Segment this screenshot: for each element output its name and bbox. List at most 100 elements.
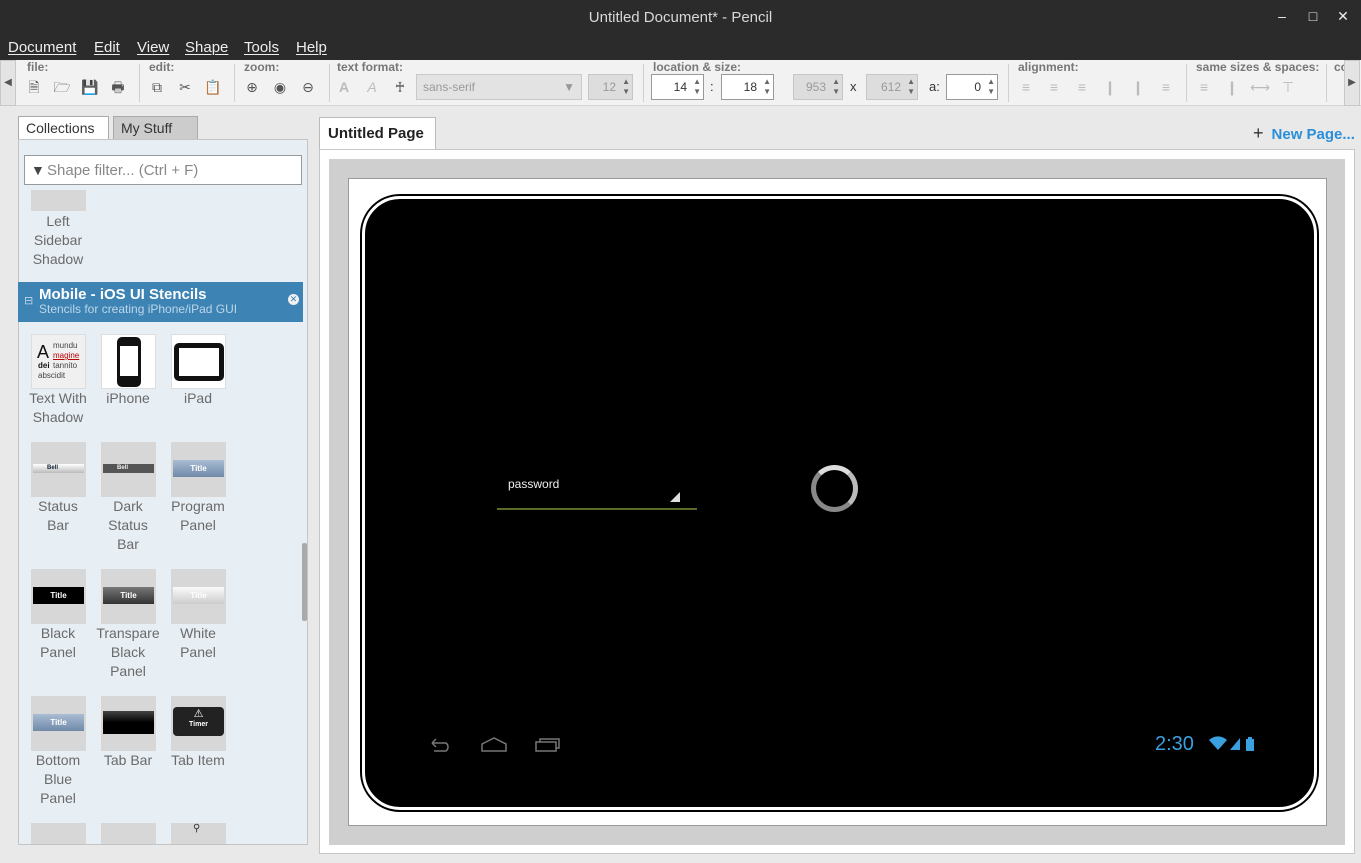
font-size-stepper[interactable]: 12 ▲ ▼ — [588, 74, 633, 100]
shape-thumb-black-panel[interactable]: Title — [31, 569, 86, 624]
shape-label-left-sidebar-shadow[interactable]: Left Sidebar Shadow — [23, 212, 93, 269]
width-stepper[interactable]: 953 ▲ ▼ — [793, 74, 843, 100]
remove-category-icon[interactable]: ✕ — [288, 294, 299, 305]
dark-status-bar-preview: Bell — [103, 464, 154, 473]
shape-thumb-ipad[interactable] — [171, 334, 226, 389]
shape-label-line: Sidebar — [33, 232, 83, 248]
align-center-icon[interactable]: ≡ — [1044, 77, 1064, 97]
password-underline — [497, 508, 697, 510]
save-icon[interactable]: 💾 — [80, 77, 100, 97]
shape-label-tab-item[interactable]: Tab Item — [163, 751, 233, 770]
same-height-icon[interactable]: ❙ — [1222, 77, 1242, 97]
menu-tools[interactable]: Tools — [244, 39, 279, 56]
shape-label-text-with-shadow[interactable]: Text With Shadow — [23, 389, 93, 427]
menu-help[interactable]: Help — [296, 39, 327, 56]
zoom-out-icon[interactable]: ⊖ — [298, 77, 318, 97]
toolbar-separator — [329, 64, 330, 102]
filter-icon: ▼ — [31, 162, 45, 178]
open-folder-icon[interactable]: 🗁 — [52, 77, 72, 97]
category-header[interactable]: ⊟ Mobile - iOS UI Stencils Stencils for … — [18, 282, 303, 322]
maximize-icon[interactable]: □ — [1303, 8, 1323, 24]
page-tab[interactable]: Untitled Page — [319, 117, 436, 149]
align-bottom-icon[interactable]: ≡ — [1156, 77, 1176, 97]
shape-label-bottom-blue-panel[interactable]: Bottom Blue Panel — [23, 751, 93, 808]
toolbar-scroll-left-icon[interactable]: ◀ — [0, 60, 16, 106]
toolbar-scroll-right-icon[interactable]: ▶ — [1344, 60, 1360, 106]
shape-filter-input[interactable]: ▼ Shape filter... (Ctrl + F) — [24, 155, 302, 185]
align-top-icon[interactable]: ❙ — [1100, 77, 1120, 97]
collapse-icon[interactable]: ⊟ — [24, 294, 33, 307]
shape-thumb-dark-status-bar[interactable]: Bell — [101, 442, 156, 497]
shape-label-ipad[interactable]: iPad — [163, 389, 233, 408]
tab-collections[interactable]: Collections — [18, 116, 109, 140]
shape-thumb-next[interactable] — [31, 823, 86, 844]
shape-label-transparent-black-panel[interactable]: Transpare Black Panel — [93, 624, 163, 681]
shape-thumb-text-with-shadow[interactable]: A mundu magine dei tannito abscidit — [31, 334, 86, 389]
cut-icon[interactable]: ✂ — [175, 77, 195, 97]
menu-document[interactable]: Document — [8, 39, 76, 56]
shape-label-iphone[interactable]: iPhone — [93, 389, 163, 408]
menu-shape[interactable]: Shape — [185, 39, 228, 56]
transparent-panel-preview: Title — [103, 587, 154, 604]
shape-label-program-panel[interactable]: Program Panel — [163, 497, 233, 535]
tab-my-stuff[interactable]: My Stuff — [113, 116, 198, 140]
angle-stepper[interactable]: 0 ▲ ▼ — [946, 74, 998, 100]
text-italic-icon[interactable]: A — [362, 77, 382, 97]
shape-thumb-iphone[interactable] — [101, 334, 156, 389]
thumb-letter: A — [37, 342, 50, 362]
stepper-arrows-icon: ▲ ▼ — [832, 77, 840, 96]
title-bar: Untitled Document* - Pencil – □ ✕ — [0, 0, 1361, 36]
stepper-arrows-icon: ▲ ▼ — [693, 77, 701, 96]
sidebar-scrollbar[interactable] — [302, 543, 307, 621]
shape-thumb-left-sidebar-shadow[interactable] — [31, 190, 86, 211]
shape-thumb-program-panel[interactable]: Title — [171, 442, 226, 497]
align-right-icon[interactable]: ≡ — [1072, 77, 1092, 97]
new-page-button[interactable]: + New Page... — [1253, 123, 1355, 144]
stepper-arrows-icon: ▲ ▼ — [622, 77, 630, 96]
shape-thumb-tab-item[interactable]: ⚠ Timer — [171, 696, 226, 751]
shape-thumb-white-panel[interactable]: Title — [171, 569, 226, 624]
alignment-label: alignment: — [1018, 60, 1079, 74]
shape-thumb-transparent-black-panel[interactable]: Title — [101, 569, 156, 624]
shape-label-line: Status — [108, 517, 148, 533]
minimize-icon[interactable]: – — [1272, 8, 1292, 24]
align-middle-icon[interactable]: ❙ — [1128, 77, 1148, 97]
shape-label-line: Blue — [43, 771, 73, 787]
same-vspace-icon[interactable]: ⊤ — [1278, 77, 1298, 97]
copy-icon[interactable]: ⧉ — [147, 77, 167, 97]
status-bar-preview: Bell — [33, 464, 84, 473]
zoom-actual-icon[interactable]: ◉ — [270, 77, 290, 97]
shape-label-tab-bar[interactable]: Tab Bar — [93, 751, 163, 770]
height-stepper[interactable]: 612 ▲ ▼ — [866, 74, 918, 100]
align-left-icon[interactable]: ≡ — [1016, 77, 1036, 97]
shape-label-status-bar[interactable]: Status Bar — [23, 497, 93, 535]
close-icon[interactable]: ✕ — [1333, 8, 1353, 25]
shape-thumb-search[interactable]: ⚲ — [171, 823, 226, 844]
shape-label-line: Bar — [117, 536, 139, 552]
x-position-stepper[interactable]: 14 ▲ ▼ — [651, 74, 704, 100]
width-value: 953 — [805, 80, 826, 94]
new-document-icon[interactable]: 🗎 — [24, 77, 44, 97]
same-width-icon[interactable]: ≡ — [1194, 77, 1214, 97]
tab-item-preview: ⚠ Timer — [173, 707, 224, 736]
menu-edit[interactable]: Edit — [94, 39, 120, 56]
shape-label-line: Transpare — [96, 625, 160, 641]
shape-thumb-bottom-blue-panel[interactable]: Title — [31, 696, 86, 751]
shape-label-dark-status-bar[interactable]: Dark Status Bar — [93, 497, 163, 554]
zoom-in-icon[interactable]: ⊕ — [242, 77, 262, 97]
paste-icon[interactable]: 📋 — [203, 77, 223, 97]
menu-view[interactable]: View — [137, 39, 169, 56]
shape-label-black-panel[interactable]: Black Panel — [23, 624, 93, 662]
zoom-group-label: zoom: — [244, 60, 280, 74]
shape-thumb-status-bar[interactable]: Bell — [31, 442, 86, 497]
shape-thumb-tab-bar[interactable] — [101, 696, 156, 751]
same-hspace-icon[interactable]: ⟷ — [1250, 77, 1270, 97]
text-bold-icon[interactable]: A — [334, 77, 354, 97]
stepper-arrows-icon: ▲ ▼ — [907, 77, 915, 96]
shape-label-white-panel[interactable]: White Panel — [163, 624, 233, 662]
y-position-stepper[interactable]: 18 ▲ ▼ — [721, 74, 774, 100]
print-icon[interactable]: 🖶 — [108, 77, 128, 97]
text-format-icon[interactable]: ♰ — [390, 77, 410, 97]
shape-thumb-next[interactable] — [101, 823, 156, 844]
font-family-select[interactable]: sans-serif ▼ — [416, 74, 582, 100]
